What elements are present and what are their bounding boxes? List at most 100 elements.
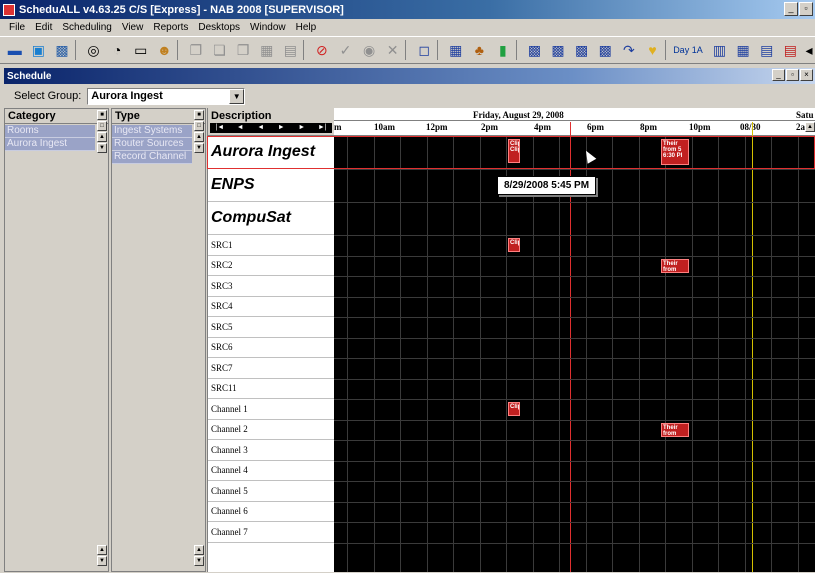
toolbar-separator xyxy=(303,40,309,60)
calc-icon[interactable]: ▦ xyxy=(445,39,467,61)
resource-row-label[interactable]: Aurora Ingest xyxy=(208,136,335,169)
nav-forward-button[interactable]: ► xyxy=(272,123,292,133)
deselect-icon[interactable]: □ xyxy=(97,121,107,131)
select-all-icon[interactable]: ■ xyxy=(194,110,204,120)
grid-column-line xyxy=(798,136,799,572)
resource-row-label[interactable]: SRC3 xyxy=(208,276,335,297)
paste-icon[interactable]: ❏ xyxy=(209,39,231,61)
cancel-icon[interactable]: ✕ xyxy=(382,39,404,61)
clock-icon[interactable]: ◔ xyxy=(106,39,128,61)
gantt-view-icon[interactable]: ▤ xyxy=(780,39,802,61)
stop-icon[interactable]: ⊘ xyxy=(311,39,333,61)
list-item[interactable]: Router Sources xyxy=(112,138,192,151)
menu-help[interactable]: Help xyxy=(291,22,322,33)
booking-event[interactable]: Clip xyxy=(508,402,520,416)
check-icon[interactable]: ✓ xyxy=(335,39,357,61)
booking-event[interactable]: Their from xyxy=(661,422,689,437)
schedule-minimize-button[interactable]: _ xyxy=(772,69,785,81)
list-icon[interactable]: ▤ xyxy=(280,39,302,61)
copy-icon[interactable]: ❐ xyxy=(185,39,207,61)
month-view-icon[interactable]: ▦ xyxy=(732,39,754,61)
menu-edit[interactable]: Edit xyxy=(30,22,57,33)
list-item[interactable]: Aurora Ingest xyxy=(5,138,95,151)
move-down-icon[interactable]: ▼ xyxy=(97,143,107,153)
menu-scheduling[interactable]: Scheduling xyxy=(57,22,116,33)
booking-event[interactable]: Their from 5 6:30 PI xyxy=(661,139,689,165)
grid-column-line xyxy=(639,136,640,572)
resource-row-label[interactable]: SRC11 xyxy=(208,378,335,399)
people-icon[interactable]: ♣ xyxy=(469,39,491,61)
list-item[interactable]: Ingest Systems xyxy=(112,125,192,138)
schedule-close-button[interactable]: × xyxy=(800,69,813,81)
chevron-down-icon[interactable]: ▼ xyxy=(229,88,245,104)
resource-row-label[interactable]: CompuSat xyxy=(208,202,335,235)
resource-row-label[interactable]: SRC4 xyxy=(208,296,335,317)
day-view-button[interactable]: Day 1A xyxy=(673,45,703,55)
maximize-button[interactable]: ▫ xyxy=(799,2,813,16)
user-icon[interactable]: ☻ xyxy=(154,39,176,61)
booking-event[interactable]: Their from xyxy=(661,258,689,273)
menu-window[interactable]: Window xyxy=(245,22,291,33)
list-item[interactable]: Rooms xyxy=(5,125,95,138)
folder-icon[interactable]: ▬ xyxy=(4,39,26,61)
menu-file[interactable]: File xyxy=(4,22,30,33)
nav-back-button[interactable]: ◄ xyxy=(251,123,271,133)
resource-row-label[interactable]: SRC2 xyxy=(208,255,335,276)
list-item[interactable]: Record Channel xyxy=(112,151,192,164)
resource-row-label[interactable]: Channel 1 xyxy=(208,399,335,420)
scroll-down-icon[interactable]: ▼ xyxy=(97,556,107,566)
schedule-d-icon[interactable]: ▩ xyxy=(594,39,616,61)
move-up-icon[interactable]: ▲ xyxy=(97,132,107,142)
nav-last-button[interactable]: ►| xyxy=(313,123,333,133)
schedule-a-icon[interactable]: ▩ xyxy=(524,39,546,61)
schedule-b-icon[interactable]: ▩ xyxy=(547,39,569,61)
resource-row-label[interactable]: SRC6 xyxy=(208,337,335,358)
resource-row-label[interactable]: ENPS xyxy=(208,169,335,202)
select-all-icon[interactable]: ■ xyxy=(97,110,107,120)
scroll-up-icon[interactable]: ▲ xyxy=(805,122,815,132)
cut-icon[interactable]: ❐ xyxy=(232,39,254,61)
nav-page-back-button[interactable]: ◄ xyxy=(231,123,251,133)
menu-view[interactable]: View xyxy=(117,22,149,33)
schedule-c-icon[interactable]: ▩ xyxy=(571,39,593,61)
resource-row-label[interactable]: Channel 5 xyxy=(208,481,335,502)
menu-desktops[interactable]: Desktops xyxy=(193,22,245,33)
toolbar-separator xyxy=(665,40,671,60)
scroll-up-icon[interactable]: ▲ xyxy=(194,545,204,555)
resource-row-label[interactable]: Channel 3 xyxy=(208,440,335,461)
move-down-icon[interactable]: ▼ xyxy=(194,143,204,153)
select-group-dropdown[interactable]: Aurora Ingest ▼ xyxy=(87,87,246,105)
resource-row-label[interactable]: SRC5 xyxy=(208,317,335,338)
timeline-view-icon[interactable]: ▤ xyxy=(756,39,778,61)
resource-row-label[interactable]: Channel 4 xyxy=(208,460,335,481)
resource-row-label[interactable]: Channel 6 xyxy=(208,501,335,522)
booking-event[interactable]: Clip xyxy=(508,238,520,252)
resource-row-label[interactable]: Channel 7 xyxy=(208,522,335,543)
monitor-icon[interactable]: ▣ xyxy=(28,39,50,61)
chart-icon[interactable]: ▮ xyxy=(492,39,514,61)
resource-row-label[interactable]: SRC1 xyxy=(208,235,335,256)
heart-icon[interactable]: ♥ xyxy=(642,39,664,61)
resource-row-label[interactable]: SRC7 xyxy=(208,358,335,379)
scroll-down-icon[interactable]: ▼ xyxy=(194,556,204,566)
resource-row-label[interactable]: Channel 2 xyxy=(208,419,335,440)
deselect-icon[interactable]: □ xyxy=(194,121,204,131)
circle-check-icon[interactable]: ◉ xyxy=(358,39,380,61)
route-icon[interactable]: ↷ xyxy=(618,39,640,61)
save-icon[interactable]: ▩ xyxy=(51,39,73,61)
scroll-up-icon[interactable]: ▲ xyxy=(97,545,107,555)
booking-event[interactable]: Clip Clip xyxy=(508,139,520,163)
chevron-left-icon[interactable]: ◂ xyxy=(803,39,815,61)
grid-icon[interactable]: ▦ xyxy=(256,39,278,61)
calendar-icon[interactable]: ▭ xyxy=(130,39,152,61)
move-up-icon[interactable]: ▲ xyxy=(194,132,204,142)
menu-reports[interactable]: Reports xyxy=(148,22,193,33)
schedule-maximize-button[interactable]: ▫ xyxy=(786,69,799,81)
nav-first-button[interactable]: |◄ xyxy=(210,123,230,133)
grid-row-line xyxy=(334,522,815,523)
window-icon[interactable]: ◻ xyxy=(413,39,435,61)
minimize-button[interactable]: _ xyxy=(784,2,798,16)
nav-page-forward-button[interactable]: ► xyxy=(292,123,312,133)
week-view-icon[interactable]: ▥ xyxy=(709,39,731,61)
stopwatch-icon[interactable]: ◎ xyxy=(83,39,105,61)
